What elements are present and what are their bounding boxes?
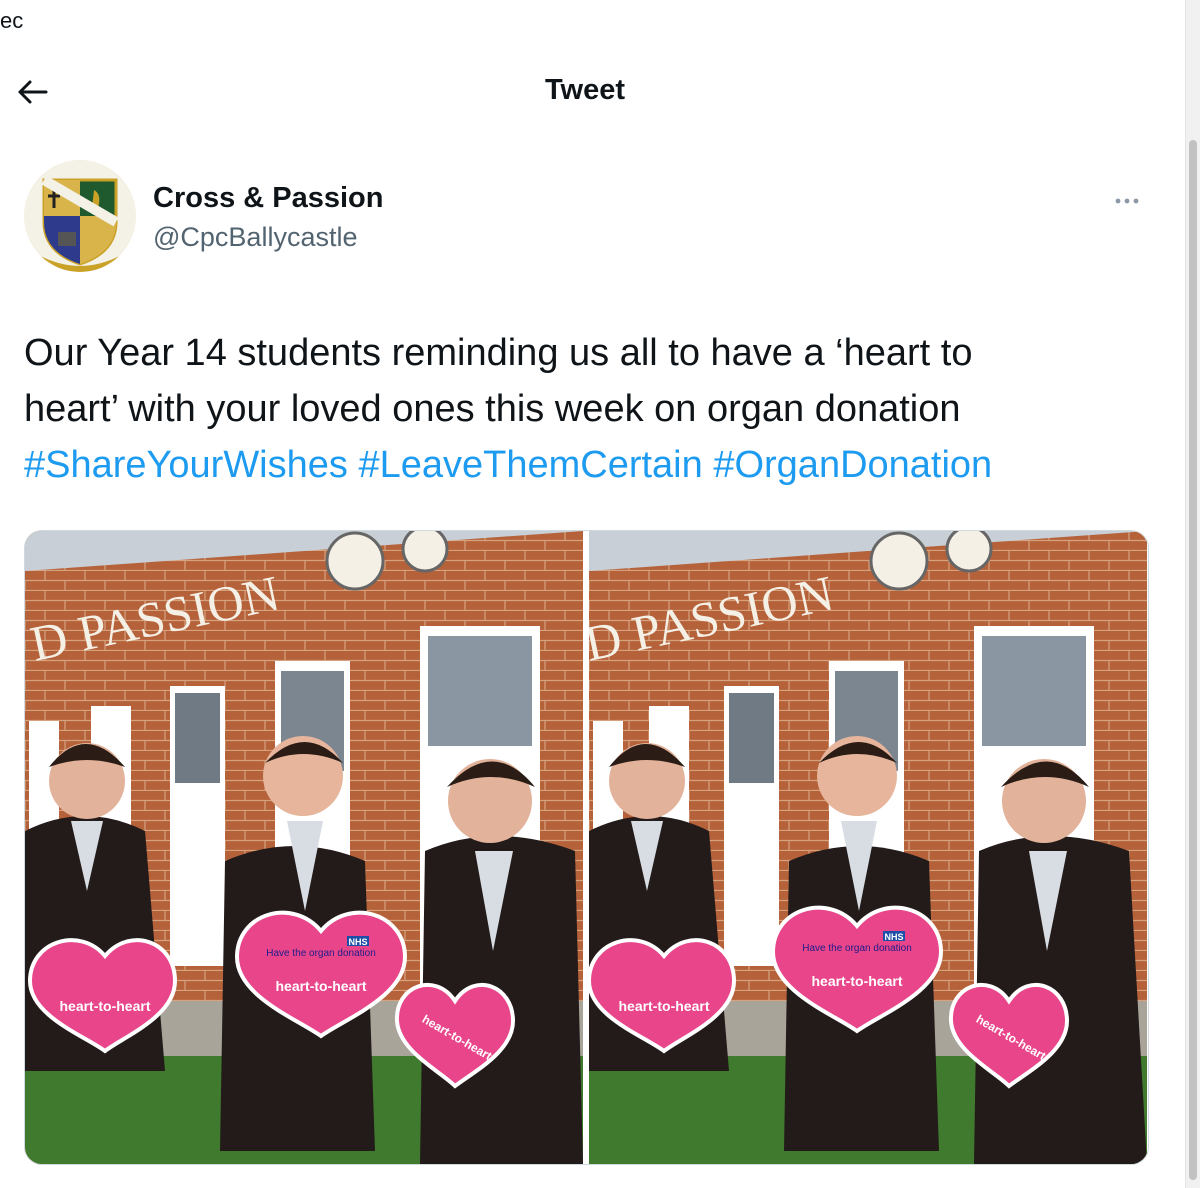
hashtag-link[interactable]: #ShareYourWishes — [24, 444, 348, 486]
scroll-thumb[interactable] — [1189, 140, 1197, 1180]
tweet-media: D PASSION heart-to-heart Have the organ … — [24, 530, 1149, 1165]
school-crest-icon — [24, 160, 136, 272]
heart-label: heart-to-heart — [811, 973, 902, 989]
window-title-fragment: ec — [0, 8, 24, 33]
heart-label: heart-to-heart — [275, 978, 366, 994]
scrollbar[interactable] — [1185, 0, 1200, 1188]
hashtag-link[interactable]: #OrganDonation — [713, 444, 992, 486]
nhs-badge: NHS — [884, 932, 903, 942]
page-title: Tweet — [544, 74, 626, 106]
tweet-text-line: Our Year 14 students reminding us all to… — [24, 332, 973, 374]
page-header: Tweet — [0, 60, 1170, 122]
more-horizontal-icon — [1115, 198, 1139, 204]
heart-small-text: Have the organ donation — [802, 943, 912, 954]
tweet-text: Our Year 14 students reminding us all to… — [24, 325, 1144, 493]
hashtag-link[interactable]: #LeaveThemCertain — [358, 444, 702, 486]
avatar[interactable] — [24, 160, 136, 272]
heart-label: heart-to-heart — [59, 998, 150, 1014]
more-options-button[interactable] — [1110, 186, 1144, 216]
hashtag-line: #ShareYourWishes #LeaveThemCertain #Orga… — [24, 437, 1144, 493]
nhs-badge: NHS — [348, 937, 367, 947]
tweet-photo-1[interactable]: D PASSION heart-to-heart Have the organ … — [25, 531, 583, 1164]
tweet-photo-2[interactable]: D PASSION heart-to-heart Have the organ … — [589, 531, 1147, 1164]
tweet-text-line: heart’ with your loved ones this week on… — [24, 388, 961, 430]
author-name[interactable]: Cross & Passion — [153, 182, 383, 215]
heart-label: heart-to-heart — [618, 998, 709, 1014]
author-handle[interactable]: @CpcBallycastle — [153, 222, 357, 253]
heart-small-text: Have the organ donation — [266, 948, 376, 959]
